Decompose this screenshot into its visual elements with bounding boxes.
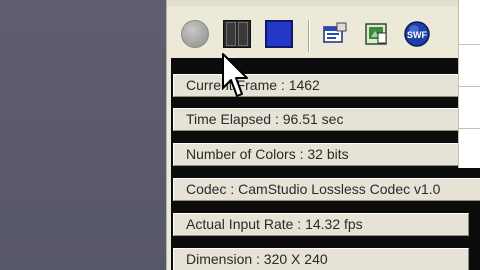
current-frame-label: Current Frame : 1462 — [173, 74, 469, 97]
pause-button[interactable] — [221, 19, 253, 49]
recording-stats-panel: Current Frame : 1462 Time Elapsed : 96.5… — [171, 58, 480, 270]
swf-label: SWF — [407, 30, 427, 40]
toolbar: SWF — [167, 6, 480, 58]
swf-button[interactable]: SWF — [401, 19, 433, 49]
actual-input-rate-label: Actual Input Rate : 14.32 fps — [173, 213, 469, 236]
record-icon — [181, 20, 209, 48]
number-of-colors-label: Number of Colors : 32 bits — [173, 143, 469, 166]
annotation-button[interactable] — [360, 19, 392, 49]
toolbar-separator — [308, 20, 310, 52]
menu-divider — [459, 86, 480, 87]
menu-divider — [459, 128, 480, 129]
record-button[interactable] — [179, 19, 211, 49]
annotation-icon — [365, 23, 387, 45]
codec-label: Codec : CamStudio Lossless Codec v1.0 — [173, 178, 480, 201]
stop-icon — [265, 20, 293, 48]
stop-button[interactable] — [263, 19, 295, 49]
camstudio-window: SWF Current Frame : 1462 Time Elapsed : … — [166, 0, 480, 270]
options-icon — [323, 22, 347, 43]
time-elapsed-label: Time Elapsed : 96.51 sec — [173, 108, 469, 131]
options-button[interactable] — [319, 19, 351, 49]
desktop-background — [0, 0, 166, 270]
menu-divider — [459, 44, 480, 45]
mouse-pointer-icon — [222, 53, 248, 97]
dimension-label: Dimension : 320 X 240 — [173, 248, 469, 270]
menu-dropdown-edge — [458, 0, 480, 168]
swf-icon: SWF — [404, 21, 430, 47]
pause-icon — [223, 20, 251, 48]
